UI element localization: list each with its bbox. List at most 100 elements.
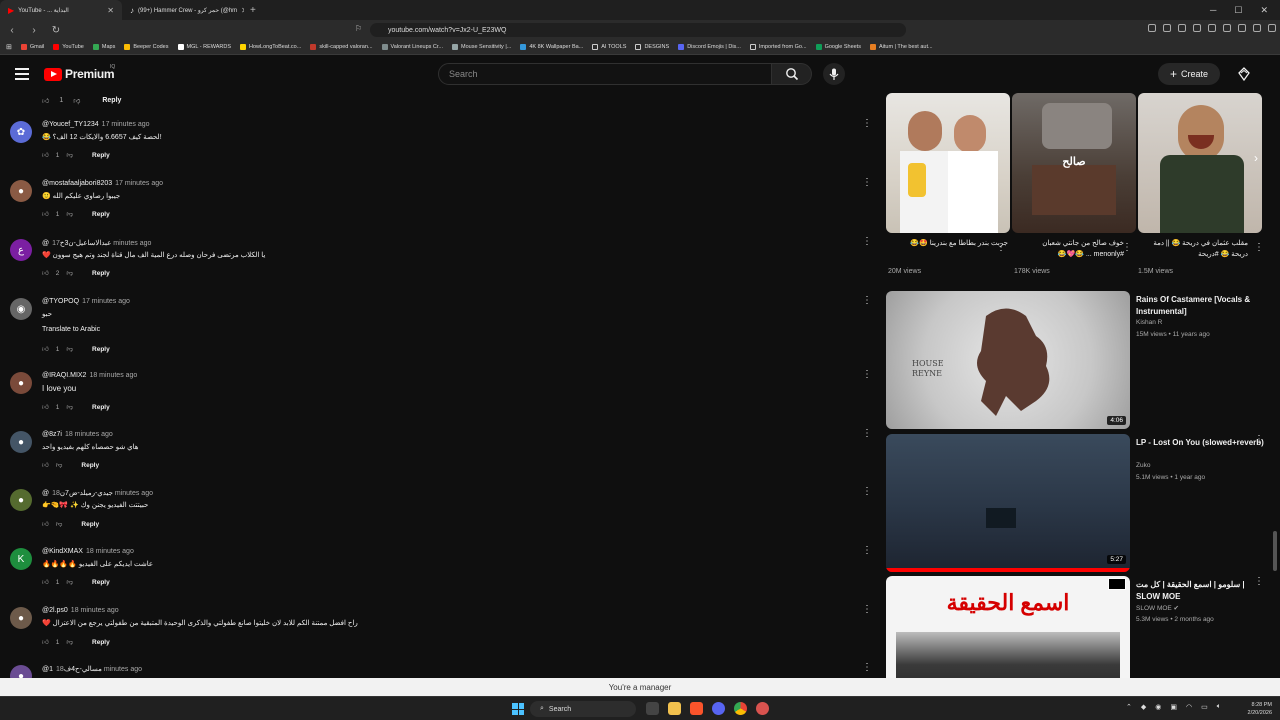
comment-time[interactable]: 17 minutes ago: [115, 180, 163, 187]
extension-icon[interactable]: [1268, 24, 1276, 32]
bookmark-folder-imported[interactable]: Imported from Go...: [749, 44, 807, 50]
avatar[interactable]: K: [10, 548, 32, 570]
more-actions-icon[interactable]: ⋮: [862, 237, 872, 247]
file-explorer-icon[interactable]: [646, 702, 659, 715]
like-icon[interactable]: 👍︎: [42, 403, 49, 411]
maximize-icon[interactable]: ☐: [1234, 5, 1242, 16]
notifications-bell-icon[interactable]: [1237, 67, 1251, 84]
shorts-next-chevron-icon[interactable]: ›: [1254, 151, 1258, 165]
video-title[interactable]: Rains Of Castamere [Vocals & Instrumenta…: [1136, 294, 1266, 318]
avatar[interactable]: ●: [10, 180, 32, 202]
reply-button[interactable]: Reply: [92, 152, 110, 159]
bookmark-page-icon[interactable]: ⚐: [355, 24, 362, 33]
tray-app-icon[interactable]: ▣: [1170, 703, 1177, 711]
reply-button[interactable]: Reply: [81, 462, 99, 469]
discord-icon[interactable]: [712, 702, 725, 715]
comment-author[interactable]: @مسالي-ح4ف1: [42, 666, 102, 673]
apps-grid-icon[interactable]: ⊞: [6, 43, 12, 51]
like-icon[interactable]: 👍︎: [42, 96, 49, 105]
avatar[interactable]: ✿: [10, 121, 32, 143]
more-actions-icon[interactable]: ⋮: [862, 605, 872, 615]
dislike-icon[interactable]: 👎︎: [73, 96, 80, 105]
chrome-icon[interactable]: [734, 702, 747, 715]
bookmark-valorant-lineups[interactable]: Valorant Lineups Cr...: [381, 44, 443, 50]
comment-time[interactable]: 17 minutes ago: [82, 298, 130, 305]
bookmark-maps[interactable]: Maps: [92, 44, 115, 50]
comment-author[interactable]: @2l.ps0: [42, 607, 68, 614]
reply-button[interactable]: Reply: [92, 639, 110, 646]
like-icon[interactable]: 👍︎: [42, 269, 49, 277]
video-item[interactable]: 5:27 LP - Lost On You (slowed+reverb) Zu…: [886, 434, 1280, 574]
wifi-icon[interactable]: ◠: [1186, 703, 1192, 711]
close-window-icon[interactable]: ✕: [1260, 5, 1268, 16]
more-actions-icon[interactable]: ⋮: [1254, 577, 1264, 587]
more-actions-icon[interactable]: ⋮: [862, 663, 872, 673]
menu-hamburger-icon[interactable]: [15, 68, 29, 80]
close-tab-icon[interactable]: ✕: [107, 6, 114, 15]
dislike-icon[interactable]: 👎︎: [56, 461, 63, 469]
comment-author[interactable]: @TYOPOQ: [42, 298, 79, 305]
bookmark-skill-capped[interactable]: skill-capped valoran...: [310, 44, 373, 50]
short-thumbnail[interactable]: [886, 93, 1010, 233]
minimize-icon[interactable]: ─: [1210, 5, 1216, 16]
comment-time[interactable]: 18 minutes ago: [65, 431, 113, 438]
more-actions-icon[interactable]: ⋮: [862, 119, 872, 129]
short-thumbnail[interactable]: [1138, 93, 1262, 233]
bookmark-google-sheets[interactable]: Google Sheets: [815, 44, 861, 50]
bookmark-mouse-sensitivity[interactable]: Mouse Sensitivity |...: [452, 44, 511, 50]
comment-time[interactable]: 18 minutes ago: [71, 607, 119, 614]
extension-icon[interactable]: [1253, 24, 1261, 32]
short-more-icon[interactable]: ⋮: [1122, 243, 1132, 253]
search-button[interactable]: [772, 63, 812, 85]
bookmark-folder-desgins[interactable]: DESGINS: [635, 44, 669, 50]
taskbar-search[interactable]: ⌕ Search: [530, 701, 636, 717]
video-title[interactable]: LP - Lost On You (slowed+reverb): [1136, 437, 1266, 449]
video-thumbnail[interactable]: اسمع الحقيقة: [886, 576, 1130, 678]
bookmark-folder-ai-tools[interactable]: AI TOOLS: [592, 44, 626, 50]
avatar[interactable]: ع: [10, 239, 32, 261]
more-actions-icon[interactable]: ⋮: [862, 296, 872, 306]
comment-author[interactable]: @Youcef_TY1234: [42, 121, 99, 128]
avatar[interactable]: ●: [10, 372, 32, 394]
comment-author[interactable]: @8z7i: [42, 431, 62, 438]
brave-browser-icon[interactable]: [690, 702, 703, 715]
page-scrollbar[interactable]: [1273, 93, 1278, 678]
forward-icon[interactable]: ›: [28, 25, 40, 36]
like-icon[interactable]: 👍︎: [42, 461, 49, 469]
channel-name[interactable]: Kishan R: [1136, 319, 1162, 326]
reply-button[interactable]: Reply: [92, 211, 110, 218]
short-thumbnail[interactable]: صالح: [1012, 93, 1136, 233]
translate-link[interactable]: Translate to Arabic: [42, 326, 100, 333]
like-icon[interactable]: 👍︎: [42, 151, 49, 159]
bookmark-howlongtobeat[interactable]: HowLongToBeat.co...: [240, 44, 301, 50]
extension-icon[interactable]: [1148, 24, 1156, 32]
more-actions-icon[interactable]: ⋮: [1254, 435, 1264, 445]
avatar[interactable]: ●: [10, 665, 32, 678]
like-icon[interactable]: 👍︎: [42, 210, 49, 218]
more-actions-icon[interactable]: ⋮: [862, 546, 872, 556]
windows-start-icon[interactable]: [512, 703, 524, 715]
short-title[interactable]: خوف صالح من جانتي شعبان #menonly ... 😂💖😂: [1014, 238, 1124, 260]
new-tab-button[interactable]: +: [244, 5, 262, 16]
like-icon[interactable]: 👍︎: [42, 520, 49, 528]
dislike-icon[interactable]: 👎︎: [66, 210, 73, 218]
chevron-up-icon[interactable]: ⌃: [1126, 703, 1132, 711]
extension-icon[interactable]: [1223, 24, 1231, 32]
bookmark-wallpaper[interactable]: 4K 8K Wallpaper Ba...: [520, 44, 583, 50]
reply-button[interactable]: Reply: [92, 346, 110, 353]
dislike-icon[interactable]: 👎︎: [66, 345, 73, 353]
like-icon[interactable]: 👍︎: [42, 345, 49, 353]
comment-time[interactable]: 17 minutes ago: [102, 121, 150, 128]
short-more-icon[interactable]: ⋮: [996, 243, 1006, 253]
bookmark-mgl[interactable]: MGL - REWARDS: [177, 44, 231, 50]
extension-icon[interactable]: [1193, 24, 1201, 32]
tray-app-icon[interactable]: ◉: [1155, 703, 1161, 711]
back-icon[interactable]: ‹: [6, 25, 18, 36]
avatar[interactable]: ◉: [10, 298, 32, 320]
dislike-icon[interactable]: 👎︎: [56, 520, 63, 528]
tray-app-icon[interactable]: ◆: [1141, 703, 1146, 711]
video-thumbnail[interactable]: HOUSE REYNE 4:06: [886, 291, 1130, 429]
channel-name[interactable]: SLOW MOE ✔: [1136, 604, 1179, 612]
dislike-icon[interactable]: 👎︎: [66, 403, 73, 411]
create-button[interactable]: + Create: [1158, 63, 1220, 85]
